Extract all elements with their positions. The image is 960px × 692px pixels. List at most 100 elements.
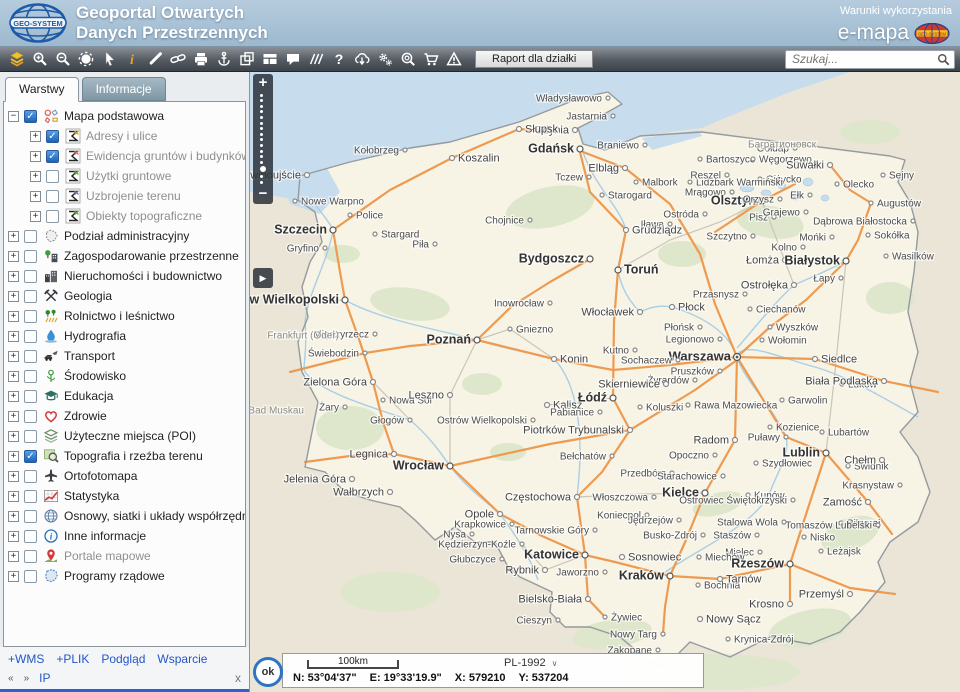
expand-icon[interactable]: + (8, 271, 19, 282)
zoom-out-icon[interactable] (51, 49, 74, 70)
zoom-level-dot[interactable] (260, 166, 266, 172)
expand-icon[interactable]: + (8, 371, 19, 382)
layer-label[interactable]: Zagospodarowanie przestrzenne (64, 249, 239, 263)
zoom-level-dot[interactable] (260, 181, 263, 184)
crs-dropdown[interactable]: PL-1992 ∨ (504, 657, 557, 669)
zoom-level-dot[interactable] (260, 144, 263, 147)
layer-checkbox[interactable] (24, 430, 37, 443)
zoom-level-dot[interactable] (260, 122, 263, 125)
map-of-poland[interactable]: WładysławowoJastarniaGdyniaGdańskSłupskK… (250, 72, 960, 692)
layer-label[interactable]: Ortofotomapa (64, 469, 137, 483)
expand-icon[interactable]: + (8, 391, 19, 402)
expand-icon[interactable]: + (30, 131, 41, 142)
link-icon[interactable] (166, 49, 189, 70)
expand-icon[interactable]: + (8, 351, 19, 362)
layer-checkbox[interactable] (24, 290, 37, 303)
expand-icon[interactable]: + (8, 451, 19, 462)
slashes-icon[interactable] (304, 49, 327, 70)
layer-label[interactable]: Ewidencja gruntów i budynków (86, 149, 246, 163)
expand-icon[interactable]: + (8, 231, 19, 242)
search-plus-icon[interactable] (396, 49, 419, 70)
expand-icon[interactable]: + (8, 311, 19, 322)
layer-label[interactable]: Edukacja (64, 389, 113, 403)
zoom-level-dot[interactable] (260, 99, 263, 102)
layer-label[interactable]: Nieruchomości i budownictwo (64, 269, 222, 283)
zoom-level-dot[interactable] (260, 105, 263, 108)
layer-label[interactable]: Użytki gruntowe (86, 169, 171, 183)
tab-warstwy[interactable]: Warstwy (5, 77, 79, 102)
terms-link[interactable]: Warunki wykorzystania (840, 5, 952, 17)
layer-label[interactable]: Uzbrojenie terenu (86, 189, 181, 203)
layer-checkbox[interactable] (24, 310, 37, 323)
footer-link-podgld[interactable]: Podgląd (101, 652, 145, 666)
layer-label[interactable]: Mapa podstawowa (64, 109, 164, 123)
layer-checkbox[interactable] (24, 110, 37, 123)
cart-icon[interactable] (419, 49, 442, 70)
expand-icon[interactable]: + (8, 411, 19, 422)
layer-checkbox[interactable] (46, 170, 59, 183)
search-icon[interactable] (937, 53, 950, 66)
layer-label[interactable]: Geologia (64, 289, 112, 303)
layer-checkbox[interactable] (24, 370, 37, 383)
expand-icon[interactable]: + (8, 491, 19, 502)
zoom-level-dot[interactable] (260, 133, 263, 136)
zoom-level-dot[interactable] (260, 127, 263, 130)
zoom-level-dot[interactable] (260, 116, 263, 119)
close-icon[interactable]: x (235, 671, 241, 685)
layers-icon[interactable] (5, 49, 28, 70)
zoom-level-dot[interactable] (260, 175, 263, 178)
print-icon[interactable] (189, 49, 212, 70)
layer-checkbox[interactable] (24, 470, 37, 483)
layer-label[interactable]: Środowisko (64, 369, 126, 383)
map-canvas[interactable]: WładysławowoJastarniaGdyniaGdańskSłupskK… (250, 72, 960, 692)
expand-icon[interactable]: + (8, 551, 19, 562)
layer-checkbox[interactable] (24, 250, 37, 263)
expand-icon[interactable]: + (30, 211, 41, 222)
prev-page-button[interactable]: « (8, 673, 14, 684)
measure-icon[interactable] (143, 49, 166, 70)
next-page-button[interactable]: » (24, 673, 30, 684)
layer-checkbox[interactable] (46, 190, 59, 203)
layer-label[interactable]: Portale mapowe (64, 549, 151, 563)
zoom-level-dot[interactable] (260, 150, 263, 153)
expand-icon[interactable]: + (8, 511, 19, 522)
zoom-out-button[interactable]: − (253, 186, 273, 202)
layer-label[interactable]: Transport (64, 349, 115, 363)
expand-icon[interactable]: + (30, 191, 41, 202)
layer-label[interactable]: Podział administracyjny (64, 229, 189, 243)
layer-label[interactable]: Osnowy, siatki i układy współrzędnych (64, 509, 246, 523)
layer-checkbox[interactable] (24, 230, 37, 243)
expand-icon[interactable]: + (8, 331, 19, 342)
expand-icon[interactable]: + (30, 171, 41, 182)
expand-icon[interactable]: + (8, 471, 19, 482)
zoom-in-icon[interactable] (28, 49, 51, 70)
expand-icon[interactable]: + (30, 151, 41, 162)
ip-link[interactable]: IP (39, 671, 50, 685)
layer-label[interactable]: Topografia i rzeźba terenu (64, 449, 203, 463)
layer-checkbox[interactable] (24, 550, 37, 563)
report-button[interactable]: Raport dla działki (475, 50, 593, 68)
layer-checkbox[interactable] (24, 350, 37, 363)
layer-checkbox[interactable] (46, 210, 59, 223)
layer-checkbox[interactable] (24, 390, 37, 403)
zoom-slider[interactable]: + − (253, 74, 273, 204)
search-input[interactable] (790, 51, 937, 67)
expand-icon[interactable]: + (8, 531, 19, 542)
layer-label[interactable]: Statystyka (64, 489, 119, 503)
layer-checkbox[interactable] (24, 410, 37, 423)
footer-link-plik[interactable]: +PLIK (56, 652, 89, 666)
zoom-level-dot[interactable] (260, 161, 263, 164)
footer-link-wsparcie[interactable]: Wsparcie (157, 652, 207, 666)
expand-icon[interactable]: + (8, 431, 19, 442)
layer-checkbox[interactable] (24, 270, 37, 283)
layer-checkbox[interactable] (46, 130, 59, 143)
collapse-icon[interactable]: − (8, 111, 19, 122)
layer-label[interactable]: Obiekty topograficzne (86, 209, 202, 223)
expand-icon[interactable]: + (8, 571, 19, 582)
speech-bubble-icon[interactable] (281, 49, 304, 70)
layer-label[interactable]: Użyteczne miejsca (POI) (64, 429, 196, 443)
layer-checkbox[interactable] (24, 490, 37, 503)
warning-icon[interactable] (442, 49, 465, 70)
help-icon[interactable]: ? (327, 49, 350, 70)
layer-label[interactable]: Programy rządowe (64, 569, 165, 583)
